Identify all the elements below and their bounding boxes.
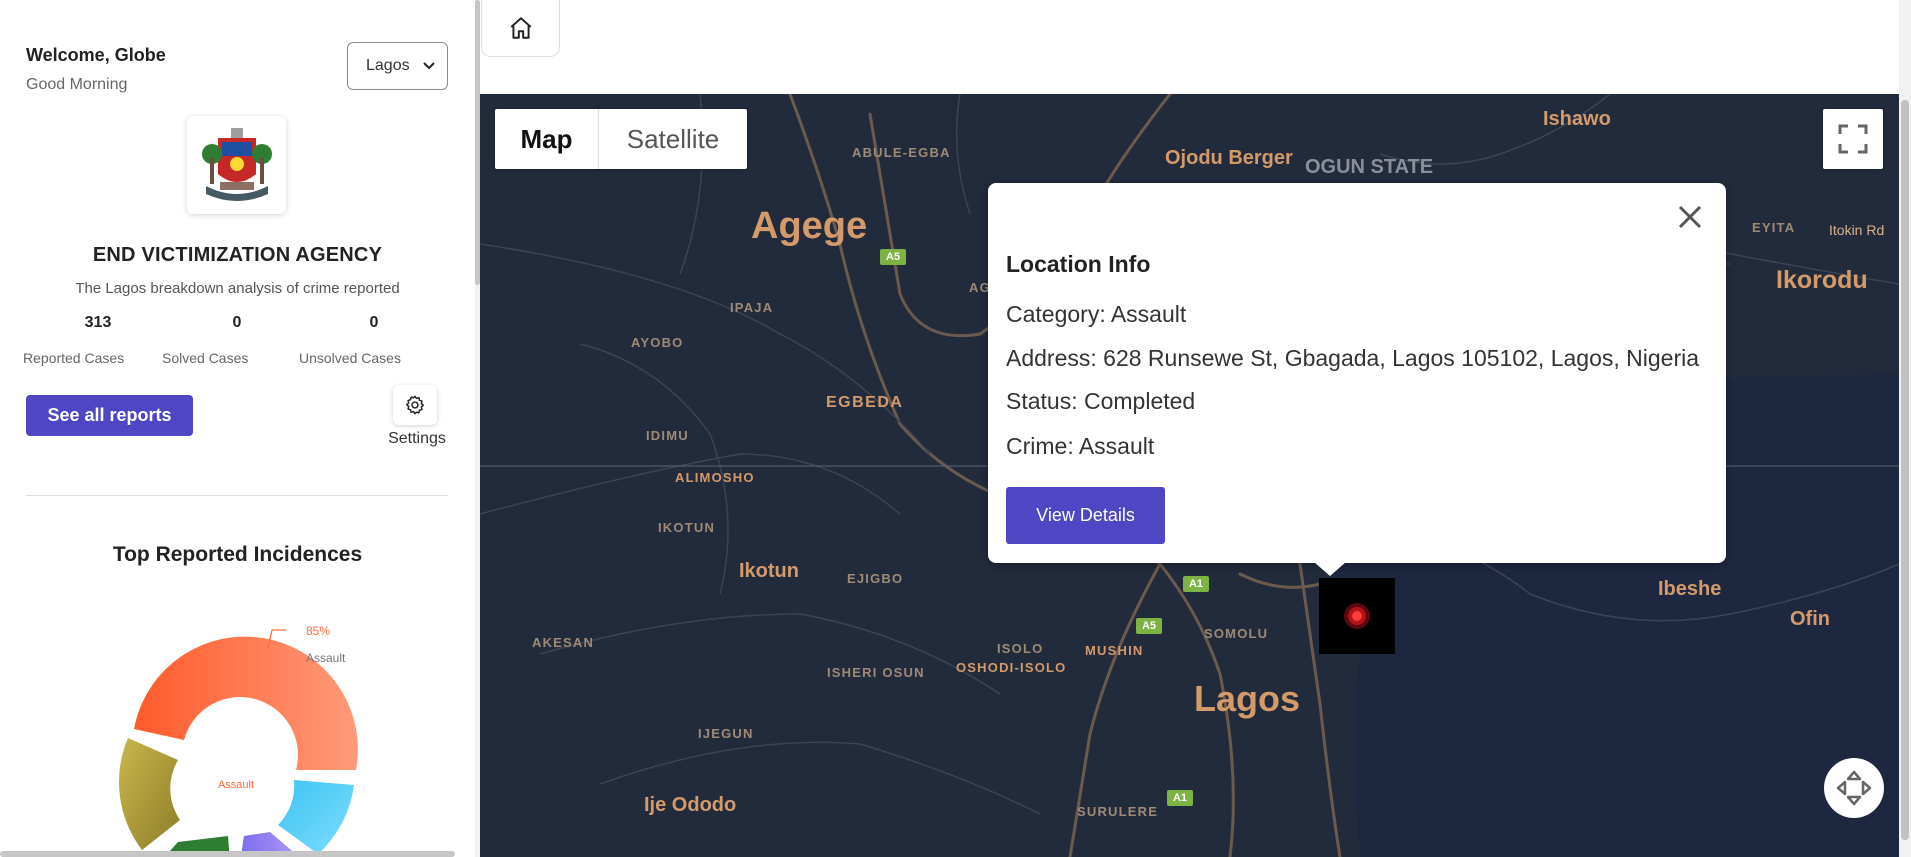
map-label-alimosho: ALIMOSHO (675, 470, 755, 485)
stat-label: Unsolved Cases (299, 350, 401, 366)
sidebar: Welcome, Globe Good Morning Lagos END VI… (0, 0, 475, 857)
map-label-akesan: AKESAN (532, 635, 595, 650)
agency-logo (187, 116, 286, 214)
map-label-eyita: EYITA (1752, 220, 1796, 235)
map-label-ije-ododo: Ije Ododo (644, 794, 737, 816)
stat-solved: 0 Solved Cases (162, 314, 312, 366)
location-dot-icon (1344, 603, 1370, 629)
map-label-ishawo: Ishawo (1543, 108, 1611, 130)
welcome-text: Welcome, Globe (26, 45, 166, 65)
divider (26, 495, 448, 496)
stat-value: 0 (232, 314, 242, 331)
popup-title: Location Info (1006, 251, 1151, 277)
settings-button[interactable] (393, 385, 437, 425)
map-type-control: Map Satellite (495, 109, 747, 169)
map-type-satellite-button[interactable]: Satellite (599, 109, 747, 169)
pan-arrows-icon (1836, 770, 1872, 806)
page-scrollbar-thumb[interactable] (1901, 100, 1909, 840)
map-label-isolo: ISOLO (997, 641, 1044, 656)
stat-value: 313 (84, 314, 112, 331)
map-label-agege: Agege (751, 205, 868, 247)
donut-slice (118, 738, 180, 850)
map-label-isheri-osun: ISHERI OSUN (827, 665, 925, 680)
map-label-mushin: MUSHIN (1085, 643, 1144, 658)
road-shield: A5 (880, 249, 906, 265)
close-icon[interactable] (1676, 203, 1704, 231)
map-label-ipaja: IPAJA (730, 300, 774, 315)
map-label-lagos: Lagos (1194, 678, 1301, 719)
lagos-coat-of-arms-icon (201, 128, 272, 201)
map-label-surulere: SURULERE (1077, 804, 1159, 819)
map-label-ikotun-district: IKOTUN (658, 520, 716, 535)
map-view[interactable]: Agege Ikorodu Lagos Ikotun Ije Ododo Ish… (480, 94, 1899, 857)
map-label-ofin: Ofin (1790, 608, 1830, 630)
popup-tail (1314, 562, 1346, 576)
road-shield: A1 (1167, 790, 1193, 806)
map-label-itokin-rd: Itokin Rd (1829, 222, 1885, 238)
map-label-ogun-state: OGUN STATE (1305, 156, 1434, 178)
greeting-text: Good Morning (26, 76, 128, 93)
fullscreen-icon (1838, 124, 1868, 154)
map-label-somolu: SOMOLU (1204, 626, 1269, 641)
see-all-reports-button[interactable]: See all reports (26, 395, 193, 436)
home-icon (510, 17, 531, 39)
agency-subtitle: The Lagos breakdown analysis of crime re… (75, 280, 400, 297)
gear-icon (406, 395, 424, 415)
stat-label: Solved Cases (162, 350, 249, 366)
map-label-ijegun: IJEGUN (698, 726, 754, 741)
top-reported-title: Top Reported Incidences (112, 543, 363, 566)
map-label-ibeshe: Ibeshe (1658, 578, 1722, 600)
pan-control-button[interactable] (1824, 758, 1884, 818)
map-type-map-button[interactable]: Map (495, 109, 599, 169)
donut-annotation-label: Assault (306, 651, 346, 665)
map-label-ikorodu: Ikorodu (1776, 266, 1868, 294)
location-info-popup: Location Info Category: Assault Address:… (988, 183, 1726, 563)
state-select[interactable]: Lagos (347, 42, 448, 90)
road-shield: A1 (1183, 576, 1209, 592)
stat-unsolved: 0 Unsolved Cases (299, 314, 449, 366)
agency-name: END VICTIMIZATION AGENCY (92, 244, 383, 266)
popup-crime: Crime: Assault (1006, 433, 1155, 459)
settings-label: Settings (388, 430, 446, 447)
popup-category: Category: Assault (1006, 301, 1187, 327)
road-shield: A5 (1136, 618, 1162, 634)
map-label-ayobo: AYOBO (631, 335, 684, 350)
popup-address: Address: 628 Runsewe St, Gbagada, Lagos … (1006, 345, 1700, 371)
sidebar-horizontal-scrollbar[interactable] (0, 851, 455, 857)
incidences-donut-chart: 85% Assault Assault (118, 624, 358, 857)
stat-label: Reported Cases (23, 350, 125, 366)
donut-annotation-percent: 85% (306, 624, 330, 638)
donut-center-label: Assault (218, 779, 254, 791)
chevron-down-icon (423, 62, 435, 70)
stat-reported: 313 Reported Cases (23, 314, 173, 366)
state-select-value: Lagos (366, 57, 410, 74)
map-label-ejigbo: EJIGBO (847, 571, 904, 586)
map-label-egbeda: EGBEDA (826, 394, 904, 411)
map-label-abule-egba: ABULE-EGBA (852, 145, 951, 160)
popup-status: Status: Completed (1006, 388, 1196, 414)
stat-value: 0 (369, 314, 379, 331)
crime-marker[interactable] (1319, 578, 1395, 654)
home-button[interactable] (481, 0, 560, 57)
fullscreen-button[interactable] (1823, 109, 1883, 169)
map-label-ojodu: Ojodu Berger (1165, 147, 1293, 169)
map-label-ikotun: Ikotun (739, 560, 799, 582)
donut-slice (278, 780, 354, 854)
map-label-idimu: IDIMU (646, 428, 689, 443)
view-details-button[interactable]: View Details (1006, 487, 1165, 544)
map-label-oshodi-isolo: OSHODI-ISOLO (956, 660, 1067, 675)
